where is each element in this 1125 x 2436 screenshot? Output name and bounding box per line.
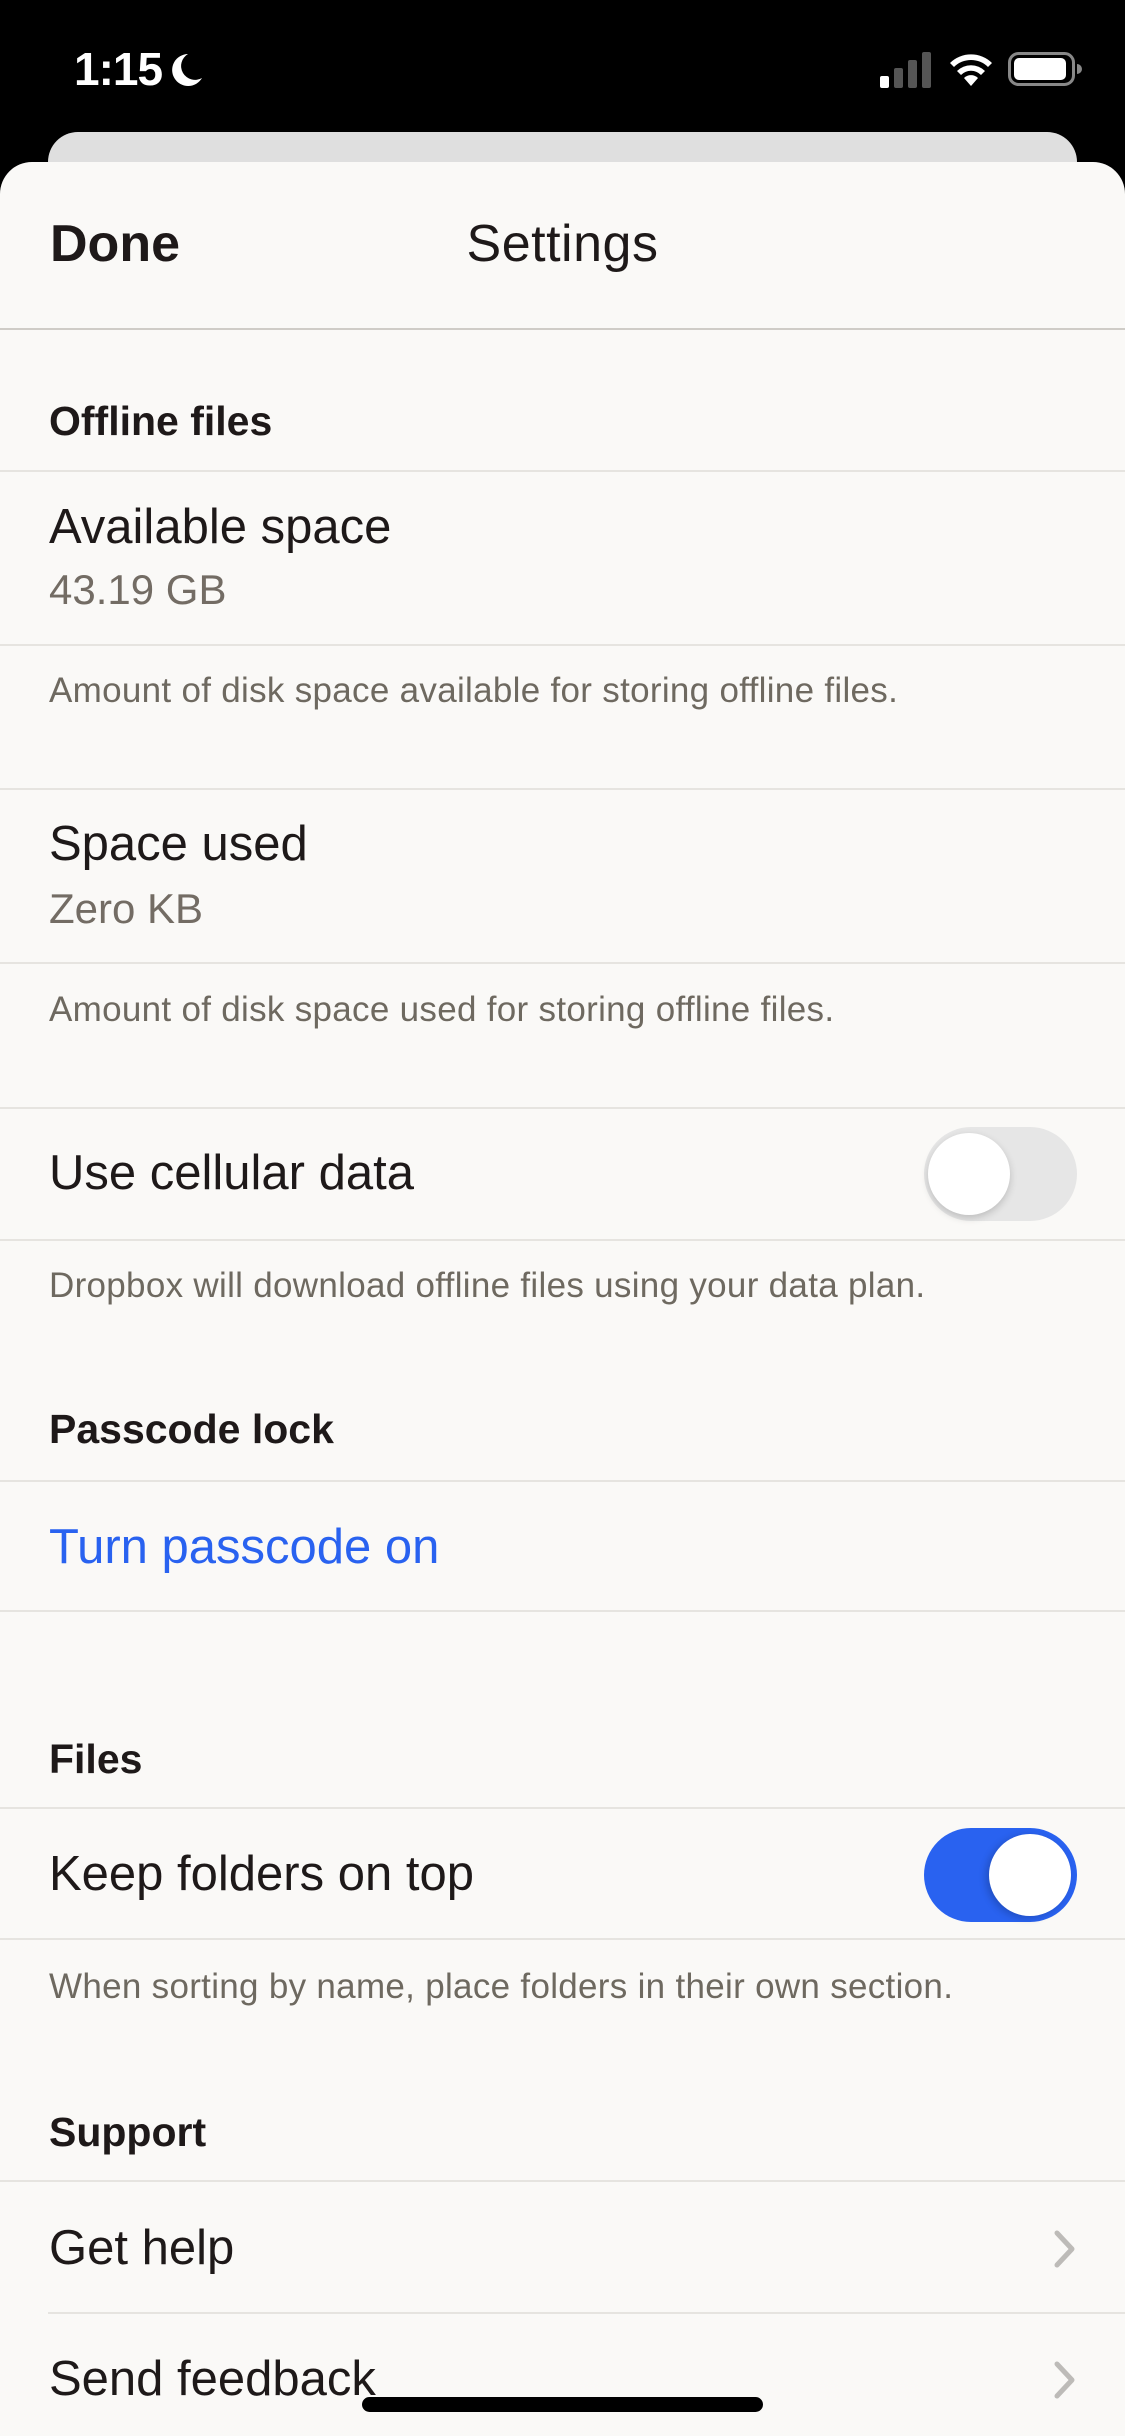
- available-space-description: Amount of disk space available for stori…: [49, 671, 899, 710]
- divider: [0, 1610, 1125, 1612]
- section-header-passcode-lock: Passcode lock: [49, 1406, 334, 1452]
- section-header-support: Support: [49, 2109, 207, 2155]
- header-divider: [0, 328, 1125, 330]
- chevron-right-icon: [1054, 2230, 1075, 2268]
- get-help-label: Get help: [49, 2221, 235, 2275]
- divider: [0, 644, 1125, 646]
- turn-passcode-on-link[interactable]: Turn passcode on: [49, 1518, 439, 1576]
- available-space-value: 43.19 GB: [49, 566, 227, 613]
- keep-folders-on-top-label: Keep folders on top: [49, 1847, 474, 1901]
- chevron-right-icon: [1054, 2361, 1075, 2399]
- moon-icon: [172, 54, 202, 86]
- cellular-data-label: Use cellular data: [49, 1146, 414, 1200]
- divider: [0, 1938, 1125, 1940]
- keep-folders-on-top-toggle[interactable]: [924, 1828, 1077, 1922]
- battery-icon: [1008, 52, 1082, 86]
- keep-folders-on-top-description: When sorting by name, place folders in t…: [49, 1967, 954, 2006]
- toggle-knob: [928, 1133, 1010, 1215]
- send-feedback-label: Send feedback: [49, 2352, 376, 2406]
- done-button[interactable]: Done: [50, 214, 180, 274]
- space-used-description: Amount of disk space used for storing of…: [49, 990, 835, 1029]
- divider: [0, 962, 1125, 964]
- space-used-label: Space used: [49, 817, 308, 871]
- toggle-knob: [989, 1834, 1071, 1916]
- section-header-offline-files: Offline files: [49, 398, 273, 444]
- cellular-signal-icon: [880, 52, 931, 88]
- available-space-label: Available space: [49, 500, 392, 554]
- divider: [0, 1239, 1125, 1241]
- home-indicator[interactable]: [362, 2397, 763, 2412]
- status-time: 1:15: [74, 43, 163, 95]
- wifi-icon: [950, 54, 992, 86]
- section-header-files: Files: [49, 1736, 143, 1782]
- cellular-data-description: Dropbox will download offline files usin…: [49, 1266, 926, 1305]
- space-used-value: Zero KB: [49, 885, 204, 932]
- cellular-data-toggle[interactable]: [924, 1127, 1077, 1221]
